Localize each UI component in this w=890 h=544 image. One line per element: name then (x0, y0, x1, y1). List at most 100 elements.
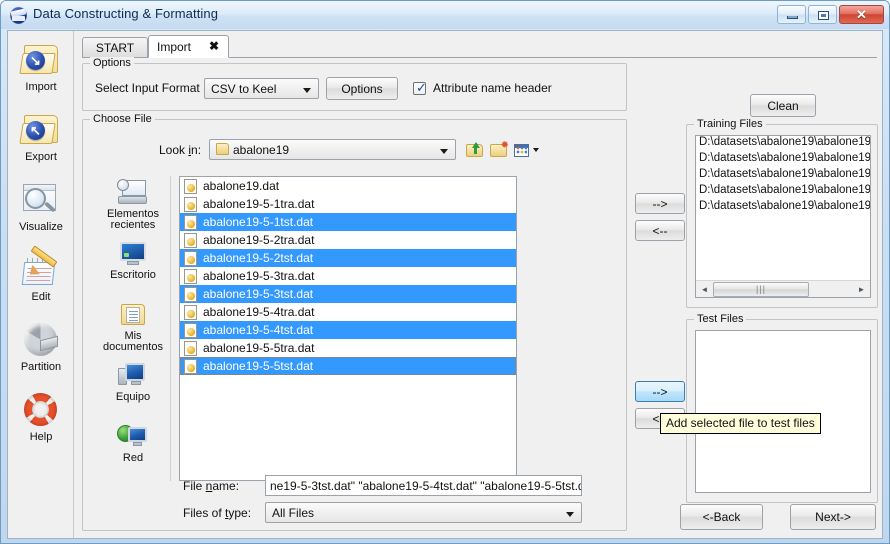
window-title: Data Constructing & Formatting (33, 6, 219, 21)
file-name: abalone19.dat (203, 179, 280, 193)
place-elementos-recientes[interactable]: Elementos recientes (95, 176, 171, 237)
list-item[interactable]: abalone19-5-1tst.dat (180, 213, 516, 231)
list-item[interactable]: abalone19-5-4tst.dat (180, 321, 516, 339)
list-item[interactable]: abalone19.dat (180, 177, 516, 195)
file-list[interactable]: abalone19.dat abalone19-5-1tra.dat abalo… (179, 176, 517, 481)
file-name: abalone19-5-2tst.dat (203, 251, 314, 265)
sidebar: ↘ Import ↖ Export Visualize Edit Partiti… (8, 31, 74, 538)
list-item[interactable]: abalone19-5-3tra.dat (180, 267, 516, 285)
clean-button-label: Clean (767, 98, 799, 113)
tab-start[interactable]: START (82, 37, 148, 58)
lifebuoy-icon (20, 389, 62, 429)
list-item[interactable]: abalone19-5-5tra.dat (180, 339, 516, 357)
choose-file-group: Choose File Look in: abalone19 ✹ Element… (82, 113, 627, 531)
back-button[interactable]: <-Back (680, 504, 763, 530)
sidebar-item-partition[interactable]: Partition (8, 315, 74, 385)
file-name-value: ne19-5-3tst.dat" "abalone19-5-4tst.dat" … (270, 478, 582, 493)
options-button[interactable]: Options (326, 77, 398, 100)
input-format-combo[interactable]: CSV to Keel (204, 78, 319, 99)
add-to-training-button[interactable]: --> (635, 193, 685, 214)
list-item[interactable]: D:\datasets\abalone19\abalone19 (696, 184, 870, 200)
remove-from-training-button[interactable]: <-- (635, 220, 685, 241)
tooltip: Add selected file to test files (660, 413, 821, 434)
check-icon: ✓ (416, 80, 427, 95)
clean-button[interactable]: Clean (750, 94, 816, 117)
list-item[interactable]: abalone19-5-1tra.dat (180, 195, 516, 213)
sidebar-item-edit[interactable]: Edit (8, 245, 74, 315)
dat-file-icon (184, 214, 197, 230)
place-mis-documentos[interactable]: Mis documentos (95, 298, 171, 359)
tab-import[interactable]: Import ✖ (148, 35, 229, 58)
close-button[interactable]: ✕ (839, 5, 884, 24)
remove-from-training-label: <-- (652, 223, 668, 238)
training-files-legend: Training Files (694, 118, 766, 130)
sidebar-item-label: Import (25, 81, 57, 93)
pie-chart-icon (20, 319, 62, 359)
list-item[interactable]: abalone19-5-3tst.dat (180, 285, 516, 303)
my-documents-icon (117, 301, 149, 329)
select-input-format-label: Select Input Format (95, 81, 200, 95)
sidebar-item-help[interactable]: Help (8, 385, 74, 455)
file-name: abalone19-5-1tst.dat (203, 215, 314, 229)
file-name: abalone19-5-5tst.dat (203, 359, 314, 373)
sidebar-item-import[interactable]: ↘ Import (8, 35, 74, 105)
files-of-type-label: Files of type: (183, 506, 252, 520)
list-item[interactable]: D:\datasets\abalone19\abalone19 (696, 200, 870, 216)
file-name-input[interactable]: ne19-5-3tst.dat" "abalone19-5-4tst.dat" … (265, 475, 582, 496)
folder-up-icon[interactable] (466, 141, 485, 159)
next-button[interactable]: Next-> (790, 504, 876, 530)
list-item[interactable]: abalone19-5-4tra.dat (180, 303, 516, 321)
add-to-training-label: --> (652, 196, 668, 211)
main-panel: START Import ✖ Options Select Input Form… (74, 31, 882, 538)
place-equipo[interactable]: Equipo (95, 359, 171, 420)
place-label: Mis documentos (103, 330, 163, 353)
dat-file-icon (184, 340, 197, 356)
application-window: Data Constructing & Formatting ✕ ↘ Impor… (0, 0, 890, 544)
import-folder-icon: ↘ (19, 39, 62, 79)
maximize-icon (818, 11, 829, 20)
look-in-value: abalone19 (233, 142, 290, 157)
list-item[interactable]: abalone19-5-2tra.dat (180, 231, 516, 249)
look-in-combo[interactable]: abalone19 (209, 139, 456, 160)
place-label: Elementos recientes (107, 208, 159, 231)
dat-file-icon (184, 358, 197, 374)
sidebar-item-export[interactable]: ↖ Export (8, 105, 74, 175)
input-format-value: CSV to Keel (211, 81, 277, 96)
dat-file-icon (184, 232, 197, 248)
place-red[interactable]: Red (95, 420, 171, 481)
next-button-label: Next-> (815, 510, 851, 524)
sidebar-item-label: Edit (31, 291, 51, 303)
scroll-right-icon[interactable]: ► (854, 282, 869, 297)
choose-file-legend: Choose File (90, 113, 155, 125)
add-to-test-button[interactable]: --> (635, 381, 685, 402)
sidebar-item-label: Visualize (19, 221, 63, 233)
training-files-list[interactable]: D:\datasets\abalone19\abalone19 D:\datas… (695, 135, 871, 298)
attribute-name-header-checkbox[interactable]: ✓ (413, 80, 427, 95)
scrollbar-thumb[interactable]: ||| (713, 281, 809, 297)
place-escritorio[interactable]: Escritorio (95, 237, 171, 298)
new-folder-icon[interactable]: ✹ (490, 141, 509, 159)
dat-file-icon (184, 304, 197, 320)
maximize-button[interactable] (808, 5, 837, 24)
test-files-list[interactable] (695, 330, 871, 493)
folder-icon (216, 143, 229, 155)
files-of-type-value: All Files (272, 505, 315, 520)
test-files-group: Test Files (686, 313, 878, 503)
tab-close-icon[interactable]: ✖ (209, 40, 219, 52)
list-item[interactable]: abalone19-5-2tst.dat (180, 249, 516, 267)
minimize-button[interactable] (777, 5, 806, 24)
view-mode-icon[interactable] (514, 141, 539, 159)
sidebar-item-label: Help (29, 431, 53, 443)
sidebar-item-visualize[interactable]: Visualize (8, 175, 74, 245)
file-name-label: File name: (183, 479, 240, 493)
list-item[interactable]: D:\datasets\abalone19\abalone19 (696, 136, 870, 152)
file-name: abalone19-5-4tra.dat (203, 305, 315, 319)
chevron-down-icon (303, 88, 311, 93)
list-item[interactable]: D:\datasets\abalone19\abalone19 (696, 168, 870, 184)
files-of-type-combo[interactable]: All Files (265, 502, 582, 523)
list-item[interactable]: D:\datasets\abalone19\abalone19 (696, 152, 870, 168)
training-files-hscrollbar[interactable]: ◄ ||| ► (696, 280, 870, 297)
list-item[interactable]: abalone19-5-5tst.dat (180, 357, 516, 375)
scroll-left-icon[interactable]: ◄ (697, 282, 712, 297)
tab-label: START (95, 41, 135, 55)
